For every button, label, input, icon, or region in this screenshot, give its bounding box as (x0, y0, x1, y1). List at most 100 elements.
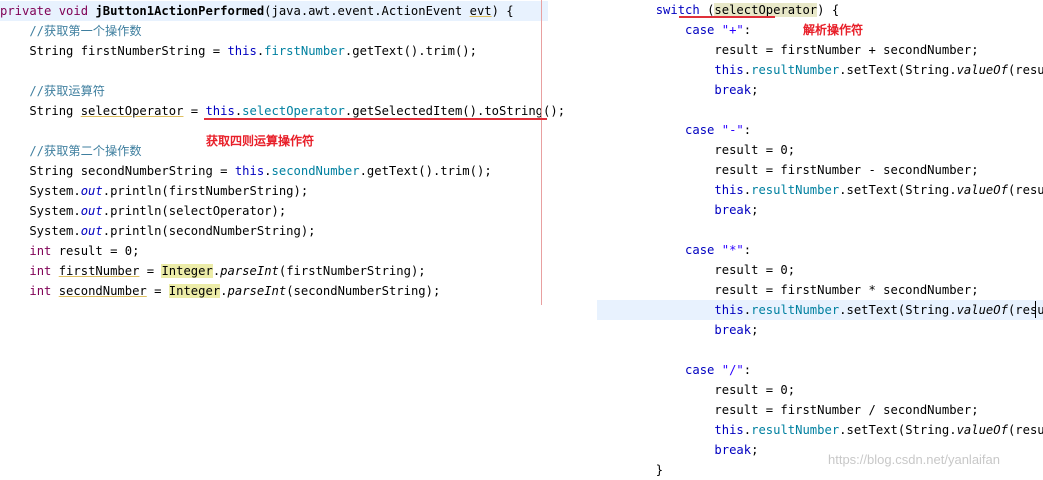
code-token: valueOf (956, 183, 1008, 197)
right-line-12[interactable] (597, 220, 1043, 240)
code-token: out (80, 224, 103, 238)
right-line-14[interactable]: result = 0; (597, 260, 1043, 280)
left-line-2[interactable]: //获取第一个操作数 (0, 21, 548, 41)
code-token: result = firstNumber / secondNumber; (597, 403, 979, 417)
code-token: . (220, 284, 228, 298)
code-token: case (597, 123, 715, 137)
right-line-21[interactable]: result = firstNumber / secondNumber; (597, 400, 1043, 420)
code-token: (result)); (1007, 423, 1043, 437)
code-token: out (80, 184, 103, 198)
left-line-10[interactable]: System.out.println(firstNumberString); (0, 181, 548, 201)
code-token: = (139, 264, 162, 278)
code-token: String firstNumberString = (0, 44, 228, 58)
code-token: ) { (817, 3, 840, 17)
code-token: : (743, 123, 752, 137)
right-line-9[interactable]: result = firstNumber - secondNumber; (597, 160, 1043, 180)
annotation-get-operator: 获取四则运算操作符 (206, 134, 315, 148)
code-token: (java.awt.event.ActionEvent (264, 4, 470, 18)
code-token: this (714, 183, 744, 197)
left-code-editor[interactable]: private void jButton1ActionPerformed(jav… (0, 0, 565, 305)
left-line-9[interactable]: String secondNumberString = this.secondN… (0, 161, 548, 181)
left-line-3[interactable]: String firstNumberString = this.firstNum… (0, 41, 548, 61)
code-token: case (597, 23, 715, 37)
code-token: break (597, 443, 752, 457)
code-token: "-" (721, 123, 744, 137)
code-token: this (227, 44, 257, 58)
right-line-4[interactable]: this.resultNumber.setText(String.valueOf… (597, 60, 1043, 80)
left-line-1[interactable]: private void jButton1ActionPerformed(jav… (0, 1, 548, 21)
left-line-12[interactable]: System.out.println(secondNumberString); (0, 221, 548, 241)
right-line-20[interactable]: result = 0; (597, 380, 1043, 400)
left-line-13[interactable]: int result = 0; (0, 241, 548, 261)
annotation-underline-select-operator (204, 118, 547, 120)
code-token: firstNumber (58, 264, 140, 278)
code-token: case (597, 243, 715, 257)
right-line-16[interactable]: this.resultNumber.setText(String.valueOf… (597, 300, 1043, 320)
right-line-8[interactable]: result = 0; (597, 140, 1043, 160)
right-line-6[interactable] (597, 100, 1043, 120)
code-token: resultNumber (751, 303, 840, 317)
code-token: . (743, 183, 752, 197)
annotation-parse-operator: 解析操作符 (803, 23, 864, 37)
code-token: .getText().trim(); (359, 164, 492, 178)
right-line-19[interactable]: case "/": (597, 360, 1043, 380)
left-line-11[interactable]: System.out.println(selectOperator); (0, 201, 548, 221)
code-token: case (597, 363, 715, 377)
code-token: .println(firstNumberString); (102, 184, 309, 198)
right-line-7[interactable]: case "-": (597, 120, 1043, 140)
code-token: .setText(String. (839, 303, 957, 317)
right-line-3[interactable]: result = firstNumber + secondNumber; (597, 40, 1043, 60)
code-token: firstNumber (264, 44, 345, 58)
code-token: "+" (721, 23, 744, 37)
right-code-editor[interactable]: switch (selectOperator) { case "+": resu… (597, 0, 1043, 477)
left-line-4[interactable] (0, 61, 548, 81)
left-line-14[interactable]: int firstNumber = Integer.parseInt(first… (0, 261, 548, 281)
code-token: break (597, 83, 752, 97)
code-token: } (597, 463, 664, 477)
code-token: parseInt (220, 264, 279, 278)
code-token: (result)); (1007, 303, 1043, 317)
code-token: this (234, 164, 265, 178)
code-token: resultNumber (751, 423, 840, 437)
left-line-15[interactable]: int secondNumber = Integer.parseInt(seco… (0, 281, 548, 301)
text-cursor (1035, 301, 1036, 318)
right-line-17[interactable]: break; (597, 320, 1043, 340)
code-token: . (743, 423, 752, 437)
right-line-10[interactable]: this.resultNumber.setText(String.valueOf… (597, 180, 1043, 200)
code-token: selectOperator (80, 104, 184, 118)
code-token: secondNumber (58, 284, 147, 298)
left-line-5[interactable]: //获取运算符 (0, 81, 548, 101)
code-token: break (597, 323, 752, 337)
code-token: secondNumber (271, 164, 360, 178)
code-token: System. (0, 224, 81, 238)
right-line-1[interactable]: switch (selectOperator) { (597, 0, 1043, 20)
code-token: valueOf (956, 63, 1008, 77)
code-token: .println(selectOperator); (102, 204, 287, 218)
code-token: result = firstNumber * secondNumber; (597, 283, 979, 297)
code-token: //获取第一个操作数 (0, 24, 142, 38)
right-line-15[interactable]: result = firstNumber * secondNumber; (597, 280, 1043, 300)
code-token: = (183, 104, 206, 118)
code-token: this (714, 63, 744, 77)
right-line-18[interactable] (597, 340, 1043, 360)
code-token: jButton1ActionPerformed (95, 4, 265, 18)
code-token: this (714, 423, 744, 437)
code-token: Integer (161, 264, 213, 278)
code-token: result = firstNumber + secondNumber; (597, 43, 979, 57)
code-token: int (29, 284, 52, 298)
right-line-5[interactable]: break; (597, 80, 1043, 100)
code-token: //获取运算符 (0, 84, 105, 98)
right-line-22[interactable]: this.resultNumber.setText(String.valueOf… (597, 420, 1043, 440)
code-token: . (743, 303, 752, 317)
right-line-13[interactable]: case "*": (597, 240, 1043, 260)
right-line-11[interactable]: break; (597, 200, 1043, 220)
code-token: out (80, 204, 103, 218)
code-token: ( (699, 3, 715, 17)
code-token: int (29, 264, 52, 278)
